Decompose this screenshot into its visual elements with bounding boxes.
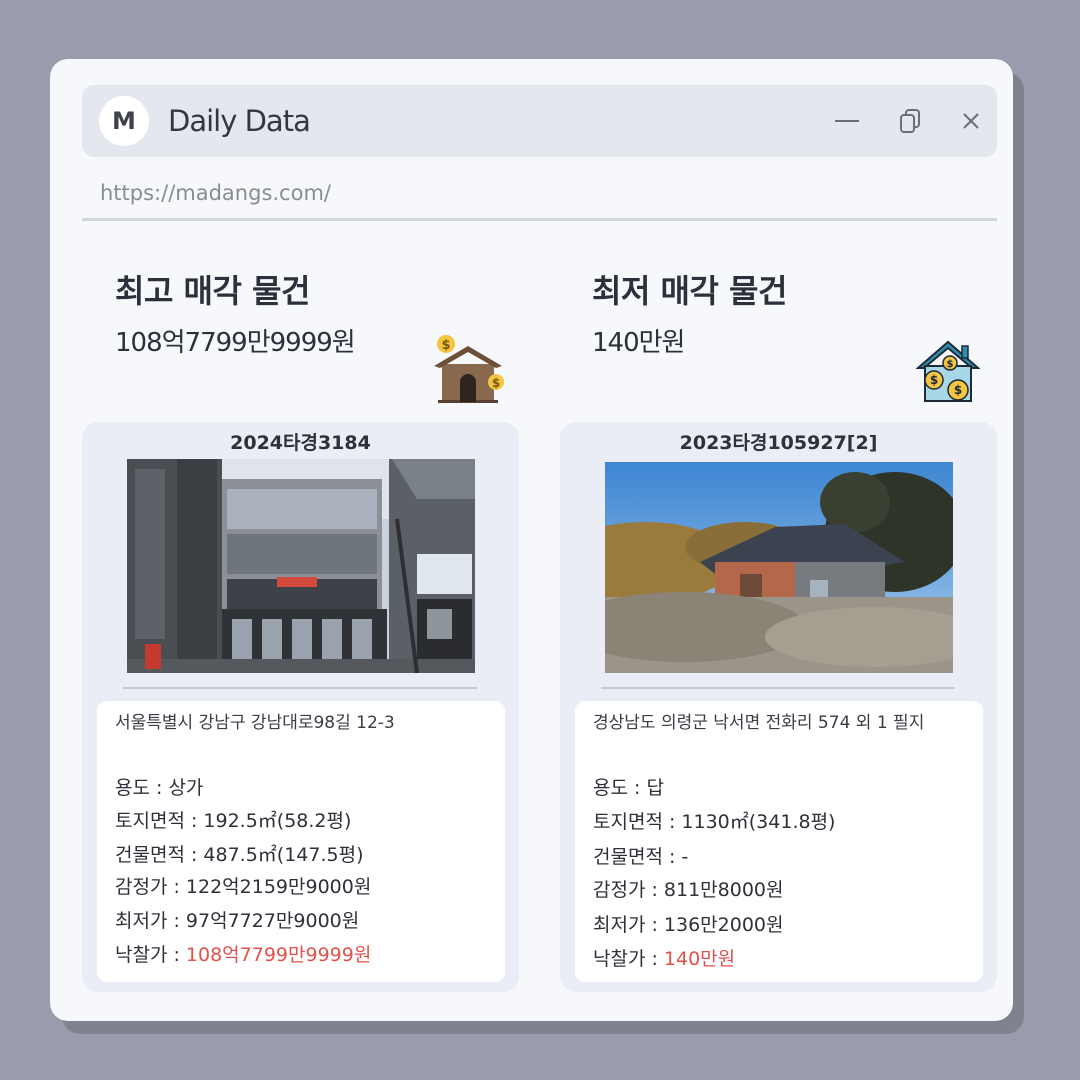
- property-info: 서울특별시 강남구 강남대로98길 12-3 용도 : 상가 토지면적 : 19…: [97, 701, 505, 982]
- usage-row: 용도 : 상가: [115, 774, 203, 802]
- close-icon: [963, 113, 979, 129]
- minimum-price-value: 97억7727만9000원: [185, 910, 360, 932]
- lowest-property-card[interactable]: 2023타경105927[2] 경상남도 의령군 낙서면 전화리 574 외 1…: [560, 422, 997, 992]
- property-photo: [127, 459, 475, 673]
- lowest-section-price: 140만원: [592, 328, 685, 358]
- svg-text:$: $: [954, 383, 962, 397]
- land-area-value: 1130㎡(341.8평): [681, 811, 836, 833]
- appraisal-value: 811만8000원: [663, 879, 784, 901]
- svg-text:$: $: [441, 338, 450, 353]
- land-area-label: 토지면적 :: [115, 810, 204, 832]
- appraisal-row: 감정가 : 811만8000원: [593, 876, 784, 904]
- minimize-icon: [835, 120, 859, 122]
- usage-value: 답: [646, 777, 664, 799]
- highest-section-title: 최고 매각 물건: [115, 272, 310, 310]
- minimum-price-label: 최저가 :: [593, 914, 664, 936]
- restore-button[interactable]: [895, 105, 927, 137]
- app-logo: M: [99, 96, 149, 146]
- usage-label: 용도 :: [115, 777, 169, 799]
- url-divider: [82, 218, 997, 221]
- property-photo: [605, 462, 953, 673]
- lowest-section-title: 최저 매각 물건: [592, 272, 787, 310]
- house-money-icon: $ $: [434, 335, 504, 403]
- svg-text:$: $: [930, 373, 938, 387]
- svg-text:$: $: [492, 376, 500, 390]
- close-button[interactable]: [955, 105, 987, 137]
- card-divider: [601, 687, 955, 689]
- minimum-price-label: 최저가 :: [115, 910, 186, 932]
- winning-bid-value: 140만원: [663, 948, 736, 970]
- url-bar[interactable]: https://madangs.com/: [100, 179, 331, 207]
- winning-bid-row: 낙찰가 : 140만원: [593, 945, 735, 973]
- building-area-value: 487.5㎡(147.5평): [203, 844, 364, 866]
- winning-bid-value: 108억7799만9999원: [185, 944, 372, 966]
- land-area-row: 토지면적 : 192.5㎡(58.2평): [115, 807, 351, 835]
- winning-bid-label: 낙찰가 :: [593, 948, 664, 970]
- minimize-button[interactable]: [831, 105, 863, 137]
- land-area-label: 토지면적 :: [593, 811, 682, 833]
- land-area-value: 192.5㎡(58.2평): [203, 810, 352, 832]
- app-window: M Daily Data https://madangs.com/ 최고 매각 …: [50, 59, 1013, 1021]
- winning-bid-row: 낙찰가 : 108억7799만9999원: [115, 941, 371, 969]
- winning-bid-label: 낙찰가 :: [115, 944, 186, 966]
- case-number: 2023타경105927[2]: [679, 432, 878, 454]
- building-area-value: -: [681, 846, 689, 868]
- highest-property-card[interactable]: 2024타경3184 서울특별시 강남구 강남대로98길 12-3 용도: 상…: [82, 422, 519, 992]
- svg-text:$: $: [947, 359, 954, 370]
- property-info: 경상남도 의령군 낙서면 전화리 574 외 1 필지 용도 : 답 토지면적 …: [575, 701, 983, 982]
- usage-value: 상가: [168, 777, 204, 799]
- highest-section-price: 108억7799만9999원: [115, 328, 356, 358]
- appraisal-row: 감정가 : 122억2159만9000원: [115, 873, 371, 901]
- property-address: 서울특별시 강남구 강남대로98길 12-3: [115, 713, 395, 733]
- land-area-row: 토지면적 : 1130㎡(341.8평): [593, 808, 835, 836]
- restore-icon: [900, 109, 920, 133]
- building-area-row: 건물면적 : 487.5㎡(147.5평): [115, 841, 364, 869]
- building-area-label: 건물면적 :: [115, 844, 204, 866]
- card-divider: [123, 687, 477, 689]
- case-number: 2024타경3184: [230, 432, 371, 454]
- minimum-price-value: 136만2000원: [663, 914, 784, 936]
- app-title: Daily Data: [168, 104, 311, 138]
- app-logo-letter: M: [112, 107, 136, 135]
- usage-row: 용도 : 답: [593, 774, 664, 802]
- appraisal-value: 122억2159만9000원: [185, 876, 372, 898]
- minimum-price-row: 최저가 : 136만2000원: [593, 911, 784, 939]
- house-coins-icon: $ $ $: [916, 340, 980, 402]
- usage-label: 용도 :: [593, 777, 647, 799]
- building-area-row: 건물면적 : -: [593, 843, 688, 871]
- title-bar[interactable]: M Daily Data: [82, 85, 997, 157]
- property-address: 경상남도 의령군 낙서면 전화리 574 외 1 필지: [593, 713, 925, 733]
- appraisal-label: 감정가 :: [593, 879, 664, 901]
- appraisal-label: 감정가 :: [115, 876, 186, 898]
- building-area-label: 건물면적 :: [593, 846, 682, 868]
- minimum-price-row: 최저가 : 97억7727만9000원: [115, 907, 359, 935]
